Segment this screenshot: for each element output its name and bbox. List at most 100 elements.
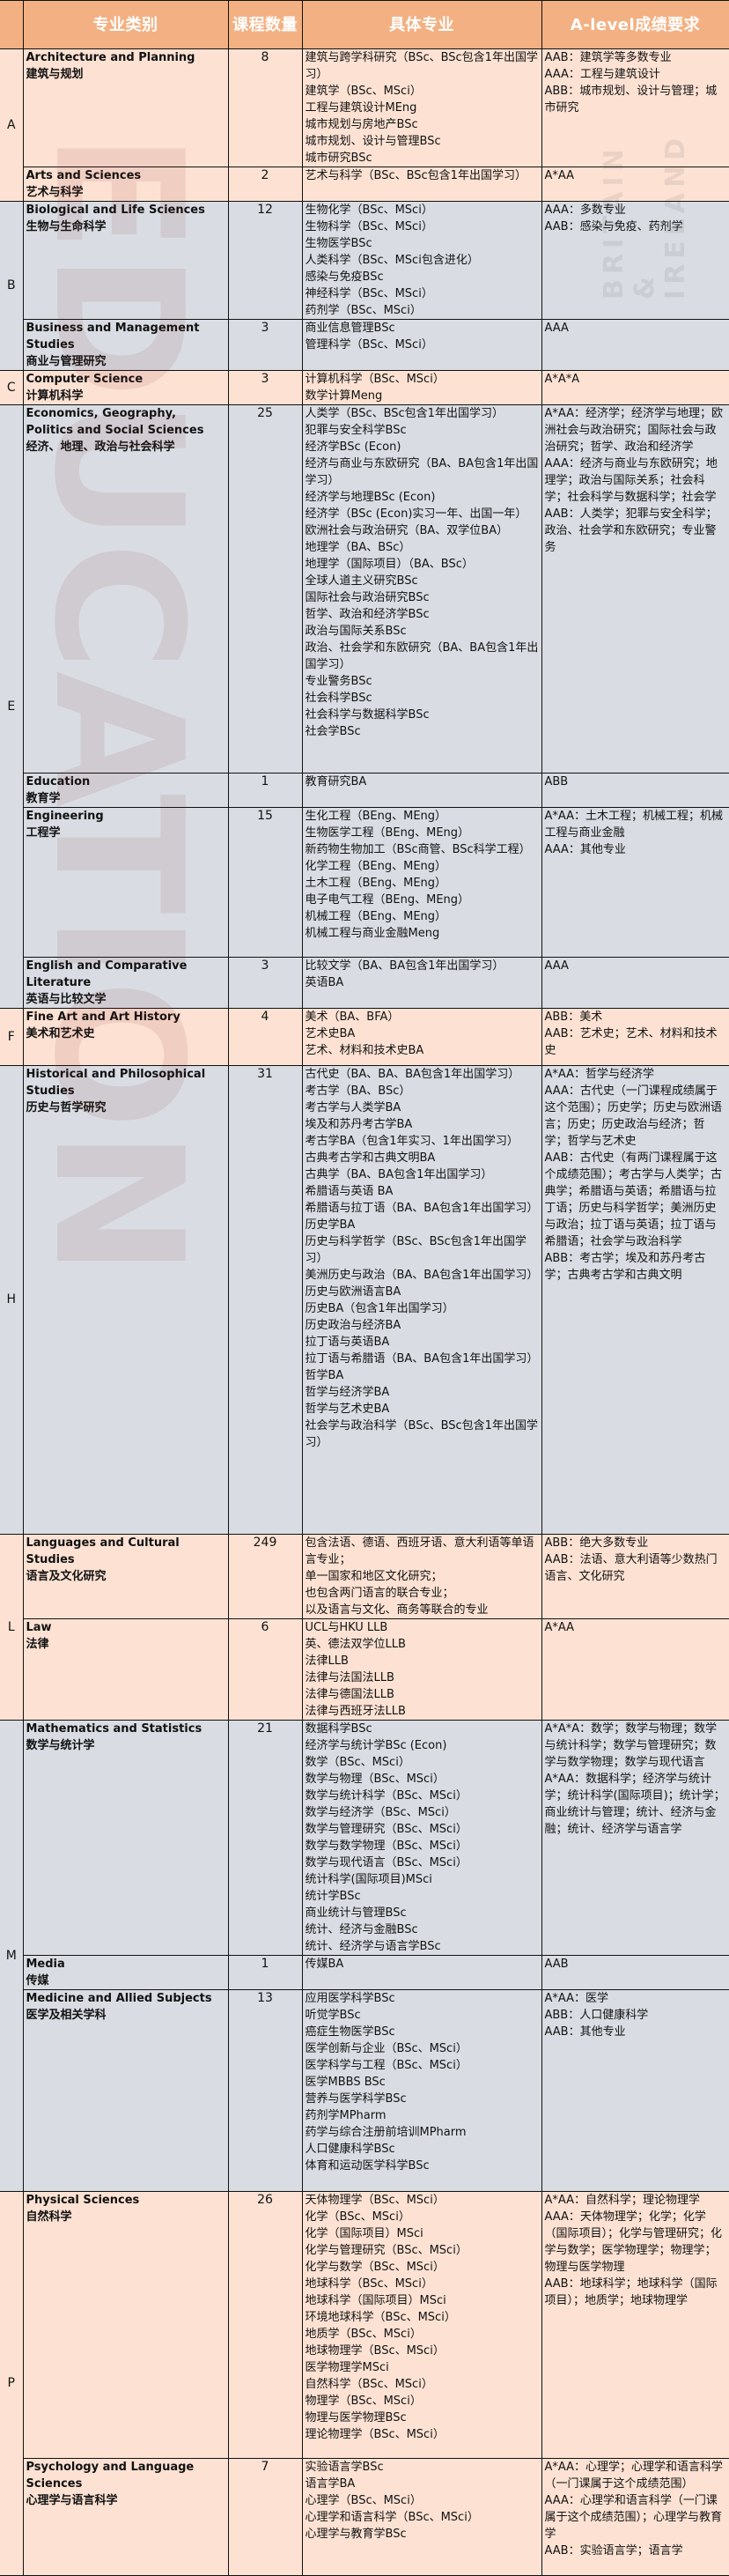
group-letter: A bbox=[0, 48, 24, 202]
major-item: 药学与综合注册前培训MPharm bbox=[305, 2126, 467, 2139]
major-item: 化学工程（BEng、MEng） bbox=[305, 860, 447, 873]
major-item: 全球人道主义研究BSc bbox=[305, 574, 418, 588]
alevel-requirements: A*A*A：数学；数学与物理；数学与统计科学；数学与管理研究；数学与数学物理；数… bbox=[541, 1720, 729, 1956]
majors-list: 建筑与跨学科研究（BSc、BSc包含1年出国学习） 建筑学（BSc、MSci） 工程… bbox=[301, 48, 542, 167]
major-item: 政治、社会学和东欧研究（BA、BA包含1年出国学习） bbox=[305, 641, 539, 671]
group-letter: P bbox=[0, 2191, 24, 2576]
requirement-item: AAB：法语、意大利语等少数热门语言、文化研究 bbox=[544, 1553, 718, 1583]
major-item: 生物医学工程（BEng、MEng） bbox=[305, 826, 470, 840]
major-item: 历史与科学哲学（BSc、BSc包含1年出国学习） bbox=[305, 1235, 526, 1265]
major-item: 经济学（BSc (Econ)实习一年、出国一年） bbox=[305, 507, 527, 521]
category-name-zh: 教育学 bbox=[26, 792, 61, 805]
requirement-item: AAB：人类学；犯罪与安全科学；政治、社会学和东欧研究；专业警务 bbox=[544, 507, 718, 554]
major-item: 考古学BA（包含1年实习、1年出国学习） bbox=[305, 1135, 519, 1148]
major-item: 药剂学（BSc、MSci） bbox=[305, 304, 422, 317]
requirement-item: A*AA：经济学；经济学与地理；欧洲社会与政治研究；国际社会与政治研究；哲学、政… bbox=[544, 407, 724, 454]
major-item: 商业统计与管理BSc bbox=[305, 1906, 407, 1920]
major-item: 艺术史BA bbox=[305, 1027, 356, 1040]
major-item: 化学（国际项目）MSci bbox=[305, 2227, 423, 2240]
major-item: 计算机科学（BSc、MSci） bbox=[305, 373, 445, 386]
major-item: 药剂学MPharm bbox=[305, 2109, 387, 2122]
alevel-requirements: A*AA：经济学；经济学与地理；欧洲社会与政治研究；国际社会与政治研究；哲学、政… bbox=[541, 404, 729, 774]
table-body: A Architecture and Planning 建筑与规划 8 建筑与跨学科研究… bbox=[0, 48, 729, 2576]
table-row: Media 传媒 1 传媒BA AAB bbox=[0, 1955, 729, 1990]
major-item: 管理科学（BSc、MSci） bbox=[305, 338, 433, 352]
category-name-en: Arts and Sciences bbox=[26, 169, 142, 182]
majors-list: 实验语言学BSc 语言学BA 心理学（BSc、MSci） 心理学和语言科学（BSc、M… bbox=[301, 2458, 542, 2576]
table-row: C Computer Science 计算机科学 3 计算机科学（BSc、MSci） 数学… bbox=[0, 370, 729, 405]
requirement-item: A*AA bbox=[544, 1621, 575, 1634]
requirement-item: AAA：多数专业 bbox=[544, 204, 626, 217]
course-count: 1 bbox=[227, 773, 303, 808]
alevel-requirements: ABB：美术 AAB：艺术史；艺术、材料和技术史 bbox=[541, 1008, 729, 1066]
major-item: 物理学（BSc、MSci） bbox=[305, 2395, 422, 2408]
requirement-item: A*A*A：数学；数学与物理；数学与统计科学；数学与管理研究；数学与数学物理；数… bbox=[544, 1722, 718, 1769]
category-name: Law 法律 bbox=[22, 1618, 229, 1721]
major-item: 社会学与政治科学（BSc、BSc包含1年出国学习） bbox=[305, 1419, 538, 1449]
majors-list: 计算机科学（BSc、MSci） 数学计算Meng bbox=[301, 370, 542, 405]
major-item: 新药物生物加工（BSc商管、BSc科学工程） bbox=[305, 843, 531, 856]
majors-list: 教育研究BA bbox=[301, 773, 542, 808]
major-item: 经济学与统计学BSc (Econ) bbox=[305, 1739, 447, 1752]
major-item: 自然科学（BSc、MSci） bbox=[305, 2378, 433, 2391]
major-item: 希腊语与英语 BA bbox=[305, 1185, 394, 1198]
course-count: 15 bbox=[227, 807, 303, 958]
major-item: 教育研究BA bbox=[305, 775, 367, 788]
requirement-item: AAB：地球科学；地球科学（国际项目）；地质学；地球物理学 bbox=[544, 2277, 718, 2307]
major-item: 商业信息管理BSc bbox=[305, 322, 395, 335]
uk-majors-table: 专业类别 课程数量 具体专业 A-level成绩要求 A Architecture… bbox=[0, 0, 729, 2576]
category-name-en: Law bbox=[26, 1621, 52, 1634]
major-item: 工程与建筑设计MEng bbox=[305, 101, 417, 115]
major-item: 包含法语、德语、西班牙语、意大利语等单语言专业； bbox=[305, 1536, 534, 1566]
major-item: 考古学（BA、BSc） bbox=[305, 1084, 411, 1098]
major-item: 古典学（BA、BA包含1年出国学习） bbox=[305, 1168, 493, 1181]
course-count: 8 bbox=[227, 48, 303, 167]
course-count: 12 bbox=[227, 201, 303, 320]
major-item: 英、德法双学位LLB bbox=[305, 1638, 406, 1651]
table-row: Engineering 工程学 15 生化工程（BEng、MEng） 生物医学工程（BE… bbox=[0, 807, 729, 958]
category-name-en: Fine Art and Art History bbox=[26, 1010, 180, 1024]
majors-list: 人类学（BSc、BSc包含1年出国学习） 犯罪与安全科学BSc 经济学BSc (Ec… bbox=[301, 404, 542, 774]
category-name: Mathematics and Statistics 数学与统计学 bbox=[22, 1720, 229, 1956]
major-item: 专业警务BSc bbox=[305, 675, 372, 688]
category-name-en: Physical Sciences bbox=[26, 2194, 140, 2207]
course-count: 3 bbox=[227, 319, 303, 371]
table-row: B Biological and Life Sciences 生物与生命科学 12 生物… bbox=[0, 201, 729, 371]
major-item: 数学计算Meng bbox=[305, 389, 383, 403]
requirement-item: A*AA：数据科学；经济学与统计学；统计科学(国际项目)；统计学；商业统计与管理… bbox=[544, 1773, 725, 1836]
category-name-zh: 英语与比较文学 bbox=[26, 993, 107, 1006]
majors-list: 传媒BA bbox=[301, 1955, 542, 1990]
category-name-en: Medicine and Allied Subjects bbox=[26, 1992, 212, 2005]
major-item: UCL与HKU LLB bbox=[305, 1621, 388, 1634]
requirement-item: ABB bbox=[544, 775, 569, 788]
major-item: 社会科学BSc bbox=[305, 692, 372, 705]
alevel-requirements: AAB：建筑学等多数专业 AAA：工程与建筑设计 ABB：城市规划、设计与管理；城市… bbox=[541, 48, 729, 167]
major-item: 数据科学BSc bbox=[305, 1722, 372, 1736]
table-row: F Fine Art and Art History 美术和艺术史 4 美术（BA、BF… bbox=[0, 1008, 729, 1066]
major-item: 经济与商业与东欧研究（BA、BA包含1年出国学习） bbox=[305, 457, 539, 487]
major-item: 化学与管理研究（BSc、MSci） bbox=[305, 2244, 468, 2257]
category-name: Media 传媒 bbox=[22, 1955, 229, 1990]
requirement-item: AAA bbox=[544, 959, 569, 973]
category-name-zh: 生物与生命科学 bbox=[26, 220, 107, 233]
major-item: 土木工程（BEng、MEng） bbox=[305, 877, 447, 890]
category-name-zh: 医学及相关学科 bbox=[26, 2009, 107, 2022]
major-item: 历史政治与经济BA bbox=[305, 1319, 401, 1332]
alevel-requirements: A*AA：自然科学；理论物理学 AAA：天体物理学；化学；化学（国际项目）；化学与… bbox=[541, 2191, 729, 2459]
category-name: Engineering 工程学 bbox=[22, 807, 229, 958]
alevel-requirements: A*AA bbox=[541, 1618, 729, 1721]
major-item: 法律与法国法LLB bbox=[305, 1671, 394, 1684]
alevel-requirements: A*AA：土木工程；机械工程；机械工程与商业金融 AAA：其他专业 bbox=[541, 807, 729, 958]
category-name-zh: 工程学 bbox=[26, 826, 61, 840]
course-count: 4 bbox=[227, 1008, 303, 1066]
major-item: 数学与数学物理（BSc、MSci） bbox=[305, 1839, 468, 1853]
category-name-en: Mathematics and Statistics bbox=[26, 1722, 202, 1736]
category-name: Historical and Philosophical Studies 历史与哲… bbox=[22, 1065, 229, 1535]
table-row: M Mathematics and Statistics 数学与统计学 21 数据科学B… bbox=[0, 1720, 729, 2192]
course-count: 25 bbox=[227, 404, 303, 774]
major-item: 哲学与艺术史BA bbox=[305, 1403, 390, 1416]
category-name: Physical Sciences 自然科学 bbox=[22, 2191, 229, 2459]
major-item: 地球物理学（BSc、MSci） bbox=[305, 2344, 445, 2358]
major-item: 化学与数学（BSc、MSci） bbox=[305, 2261, 445, 2274]
table-row: Law 法律 6 UCL与HKU LLB 英、德法双学位LLB 法律LLB 法律与法国法LL… bbox=[0, 1618, 729, 1721]
